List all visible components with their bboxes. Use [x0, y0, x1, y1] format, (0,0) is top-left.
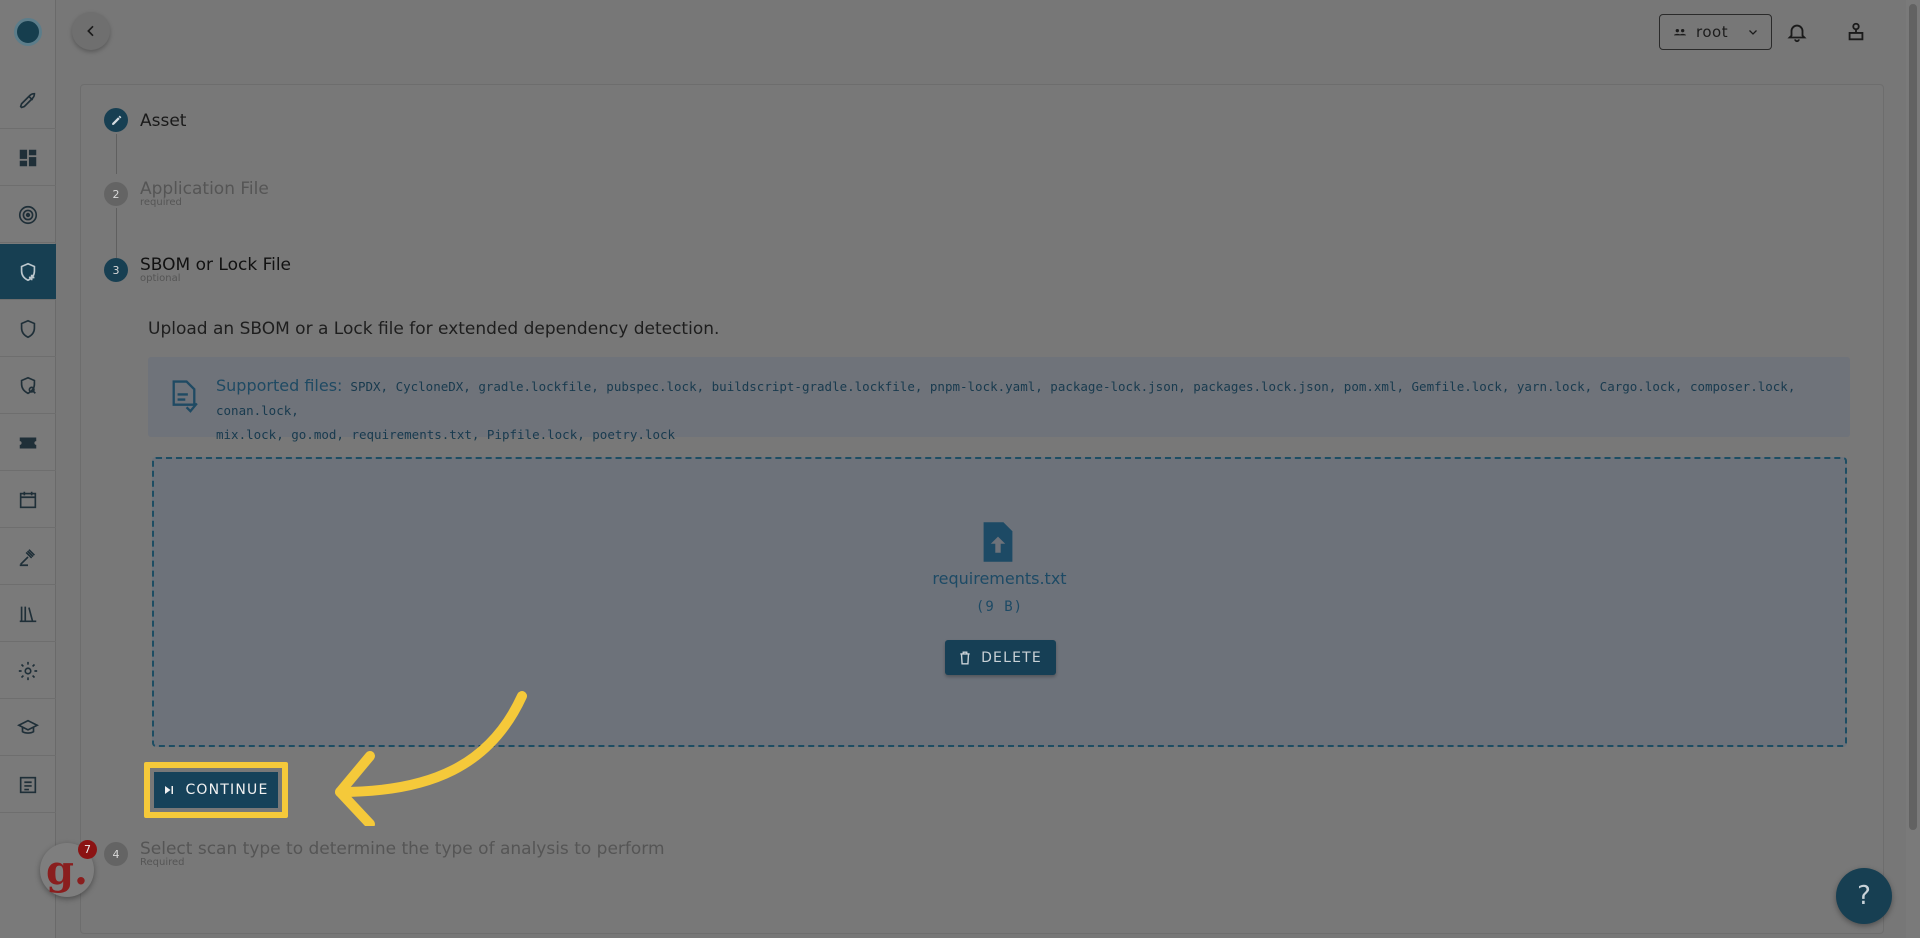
- step-2-indicator: 2: [104, 182, 128, 206]
- supported-files-label: Supported files:: [216, 376, 343, 395]
- step-1-title[interactable]: Asset: [140, 111, 186, 131]
- org-selector-value: root: [1696, 23, 1729, 41]
- step-3-subtitle: optional: [140, 273, 181, 284]
- sidebar-item-radar[interactable]: [0, 187, 56, 243]
- sidebar-item-reports[interactable]: [0, 757, 56, 813]
- notifications-button[interactable]: [1783, 18, 1811, 46]
- delete-label: DELETE: [981, 649, 1042, 666]
- sidebar-item-tickets[interactable]: [0, 415, 56, 471]
- shield-search-icon: [20, 376, 36, 394]
- chevron-down-icon: [1749, 30, 1757, 35]
- account-button[interactable]: [1842, 18, 1870, 46]
- sidebar-item-rocket[interactable]: [0, 73, 56, 129]
- sidebar-item-library[interactable]: [0, 586, 56, 642]
- sidebar: [0, 0, 56, 938]
- org-tree-icon: [1848, 22, 1864, 41]
- step-4-subtitle: Required: [140, 857, 185, 868]
- library-icon: [19, 606, 37, 622]
- group-icon: [1674, 29, 1686, 36]
- dashboard-icon: [19, 149, 37, 166]
- calendar-icon: [19, 491, 37, 508]
- step-3-indicator: 3: [104, 258, 128, 282]
- uploaded-file-name: requirements.txt: [932, 569, 1067, 588]
- sidebar-item-academy[interactable]: [0, 700, 56, 756]
- shield-add-icon: [20, 262, 36, 281]
- skip-next-icon: [165, 786, 174, 794]
- chevron-left-icon: [87, 25, 94, 37]
- step-4-title[interactable]: Select scan type to determine the type o…: [140, 839, 665, 859]
- annotation-arrow: [335, 691, 527, 826]
- gavel-icon: [19, 548, 36, 566]
- bell-icon: [1787, 24, 1807, 43]
- rocket-icon: [19, 92, 36, 108]
- step-connector: [116, 134, 117, 174]
- sidebar-item-dashboard[interactable]: [0, 130, 56, 186]
- help-button[interactable]: ?: [1836, 868, 1892, 924]
- supported-files-list: SPDX, CycloneDX, gradle.lockfile, pubspe…: [216, 379, 1796, 418]
- ticket-icon: [19, 437, 37, 448]
- graduation-cap-icon: [17, 719, 39, 734]
- continue-highlight: CONTINUE: [144, 762, 288, 818]
- continue-label: CONTINUE: [185, 782, 269, 798]
- supported-files-info: Supported files: SPDX, CycloneDX, gradle…: [148, 357, 1850, 442]
- file-upload-icon: [983, 522, 1013, 562]
- step-3-title[interactable]: SBOM or Lock File: [140, 255, 291, 275]
- continue-button[interactable]: CONTINUE: [154, 772, 278, 808]
- radar-icon: [18, 205, 38, 224]
- sidebar-item-gavel[interactable]: [0, 529, 56, 585]
- back-button[interactable]: [72, 12, 110, 50]
- list-icon: [19, 776, 37, 793]
- sidebar-item-shield-search[interactable]: [0, 358, 56, 414]
- uploaded-file-size: (9 B): [975, 599, 1024, 615]
- file-check-icon: [172, 380, 198, 413]
- pencil-icon: [111, 115, 121, 125]
- page-scrollbar[interactable]: [1906, 0, 1920, 938]
- step-2-title[interactable]: Application File: [140, 179, 269, 199]
- gear-icon: [18, 661, 38, 680]
- gleap-notification-badge: 7: [78, 840, 97, 859]
- scrollbar-thumb[interactable]: [1909, 4, 1917, 830]
- delete-file-button[interactable]: DELETE: [945, 640, 1056, 675]
- shield-icon: [20, 319, 36, 338]
- sidebar-item-calendar[interactable]: [0, 472, 56, 528]
- upload-description: Upload an SBOM or a Lock file for extend…: [148, 319, 720, 339]
- app-logo[interactable]: [14, 18, 42, 46]
- step-4-indicator: 4: [104, 842, 128, 866]
- sidebar-item-shield[interactable]: [0, 301, 56, 357]
- org-selector[interactable]: root: [1659, 14, 1772, 50]
- sidebar-item-settings[interactable]: [0, 643, 56, 699]
- step-connector: [116, 208, 117, 258]
- supported-files-list-cont: mix.lock, go.mod, requirements.txt, Pipf…: [216, 427, 676, 442]
- trash-icon: [960, 650, 970, 665]
- step-2-subtitle: required: [140, 197, 182, 208]
- sidebar-item-new-scan[interactable]: [0, 244, 56, 300]
- step-1-indicator: [104, 108, 128, 132]
